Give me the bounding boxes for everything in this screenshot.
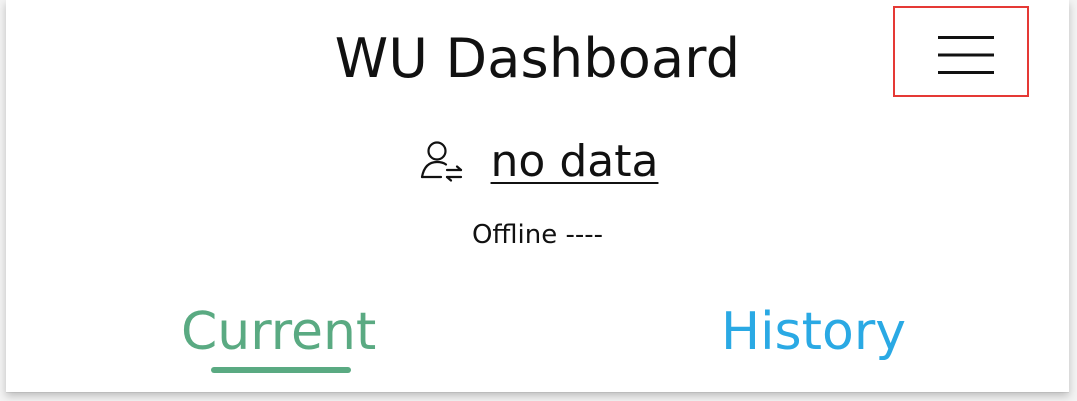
tab-current[interactable]: Current	[181, 300, 376, 364]
connection-status: Offline ----	[471, 220, 604, 250]
app-screen: WU Dashboard no data Offline ---- Curren…	[6, 0, 1069, 392]
tab-bar: Current History	[6, 300, 1069, 380]
user-switch-icon[interactable]	[417, 137, 467, 187]
hamburger-menu-glyph	[938, 36, 994, 74]
tab-history[interactable]: History	[721, 300, 906, 364]
account-name-link[interactable]: no data	[491, 134, 659, 190]
account-row: no data	[6, 132, 1069, 192]
user-switch-glyph	[420, 141, 462, 182]
active-tab-indicator	[211, 367, 351, 373]
hamburger-menu-icon[interactable]	[938, 35, 994, 75]
